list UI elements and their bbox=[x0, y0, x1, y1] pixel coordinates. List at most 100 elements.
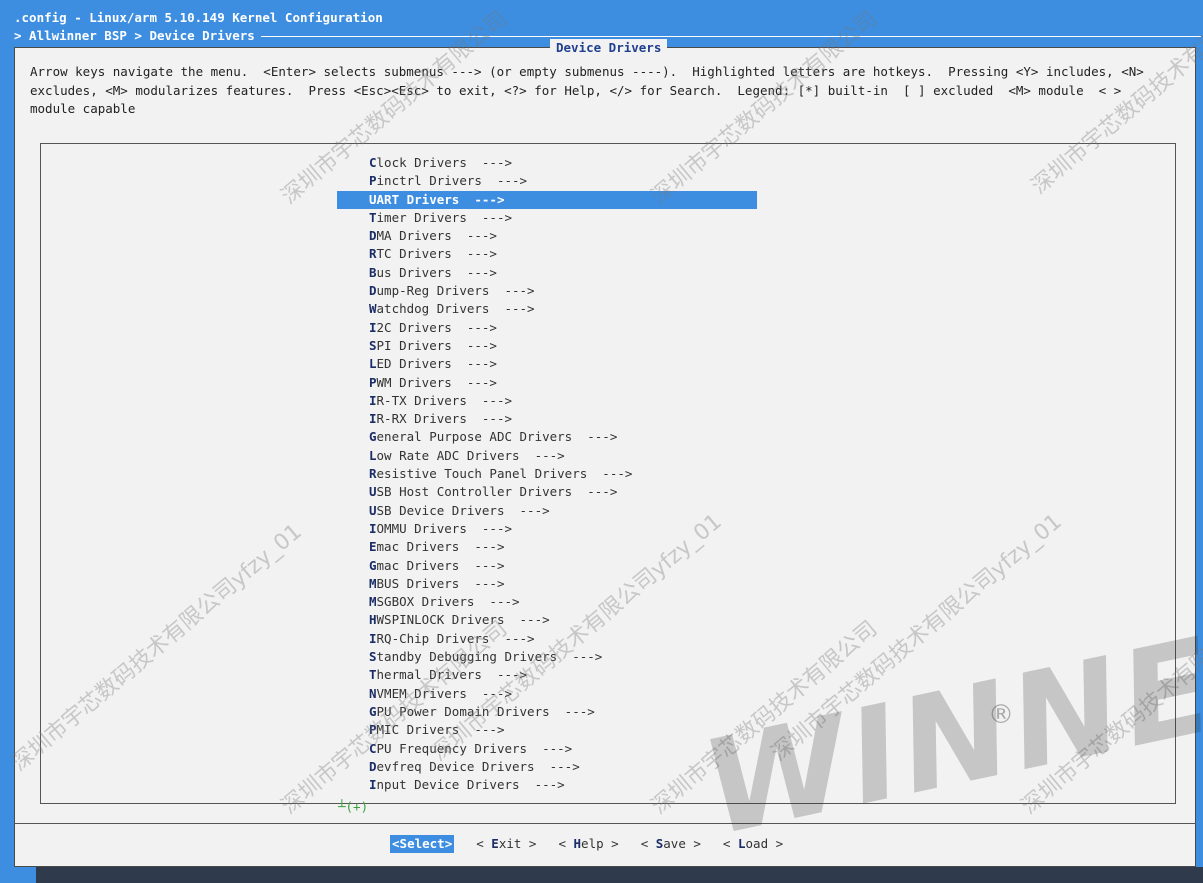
menu-item[interactable]: Low Rate ADC Drivers ---> bbox=[337, 447, 757, 465]
menu-item-hotkey: I bbox=[369, 319, 377, 335]
menu-item-hotkey: R bbox=[369, 246, 377, 262]
button-bracket: < bbox=[392, 836, 400, 851]
menu-item-hotkey: I bbox=[369, 411, 377, 427]
help-line: excludes, <M> modularizes features. Pres… bbox=[30, 82, 1122, 98]
button-bracket: < bbox=[476, 836, 492, 851]
menu-item[interactable]: UART Drivers ---> bbox=[337, 190, 757, 209]
menu-item-hotkey: P bbox=[369, 722, 377, 738]
button-label: ave > bbox=[663, 836, 701, 851]
menu-item-label: eneral Purpose ADC Drivers ---> bbox=[376, 429, 618, 445]
menu-item-hotkey: M bbox=[369, 594, 377, 610]
menu-item[interactable]: RTC Drivers ---> bbox=[337, 245, 757, 263]
more-items-indicator: ┴(+) bbox=[338, 799, 369, 814]
menu-item-label: imer Drivers ---> bbox=[376, 209, 512, 225]
menu-item[interactable]: Resistive Touch Panel Drivers ---> bbox=[337, 465, 757, 483]
button-label: oad > bbox=[745, 836, 784, 851]
button-label: elp > bbox=[581, 836, 619, 851]
button-bar: <Select> < Exit > < Help > < Save > < Load > bbox=[390, 835, 805, 853]
button-help[interactable]: < Help > bbox=[558, 835, 618, 853]
menu-item[interactable]: IR-TX Drivers ---> bbox=[337, 392, 757, 410]
menu-item[interactable]: SPI Drivers ---> bbox=[337, 337, 757, 355]
menu-item-label: BUS Drivers ---> bbox=[376, 575, 505, 591]
menu-item-hotkey: I bbox=[369, 630, 377, 646]
menu-item-label: atchdog Drivers ---> bbox=[376, 301, 535, 317]
menu-item-hotkey: C bbox=[369, 155, 377, 170]
menu-item-label: TC Drivers ---> bbox=[376, 246, 497, 262]
menu-item-hotkey: T bbox=[369, 209, 377, 225]
menu-item[interactable]: MBUS Drivers ---> bbox=[337, 575, 757, 593]
button-bracket: < bbox=[722, 836, 738, 851]
menu-item[interactable]: I2C Drivers ---> bbox=[337, 319, 757, 337]
menu-item-label: ED Drivers ---> bbox=[376, 356, 497, 372]
menu-item-label: VMEM Drivers ---> bbox=[376, 685, 512, 701]
menu-item-hotkey: I bbox=[369, 520, 377, 536]
menu-item-hotkey: C bbox=[369, 740, 377, 756]
menu-item-hotkey: E bbox=[369, 539, 377, 555]
menu-item[interactable]: GPU Power Domain Drivers ---> bbox=[337, 703, 757, 721]
menu-item[interactable]: General Purpose ADC Drivers ---> bbox=[337, 428, 757, 446]
menu-item[interactable]: Gmac Drivers ---> bbox=[337, 557, 757, 575]
menu-item-label: SGBOX Drivers ---> bbox=[376, 594, 520, 610]
button-label: elect> bbox=[407, 836, 453, 851]
menu-item[interactable]: Dump-Reg Drivers ---> bbox=[337, 282, 757, 300]
button-load[interactable]: < Load > bbox=[723, 835, 783, 853]
menu-item[interactable]: Watchdog Drivers ---> bbox=[337, 300, 757, 318]
menu-item[interactable]: NVMEM Drivers ---> bbox=[337, 685, 757, 703]
menu-item[interactable]: PWM Drivers ---> bbox=[337, 374, 757, 392]
menu-item[interactable]: Input Device Drivers ---> bbox=[337, 776, 757, 794]
menu-item-hotkey: P bbox=[369, 374, 377, 390]
menu-item[interactable]: Bus Drivers ---> bbox=[337, 264, 757, 282]
menu-item-label: inctrl Drivers ---> bbox=[376, 173, 528, 189]
menu-item-hotkey: I bbox=[369, 777, 377, 793]
menu-item-label: RQ-Chip Drivers ---> bbox=[376, 630, 535, 646]
button-separator bbox=[14, 823, 1196, 824]
button-save[interactable]: < Save > bbox=[641, 835, 701, 853]
menu-item-label: MIC Drivers ---> bbox=[376, 722, 505, 738]
menu-item[interactable]: Timer Drivers ---> bbox=[337, 209, 757, 227]
menu-item[interactable]: LED Drivers ---> bbox=[337, 355, 757, 373]
menu-item[interactable]: MSGBOX Drivers ---> bbox=[337, 593, 757, 611]
menu-item[interactable]: Clock Drivers ---> bbox=[337, 154, 757, 172]
menu-item[interactable]: DMA Drivers ---> bbox=[337, 227, 757, 245]
menu-item[interactable]: Thermal Drivers ---> bbox=[337, 666, 757, 684]
menu-item-label: R-TX Drivers ---> bbox=[376, 392, 512, 408]
menu-item-label: nput Device Drivers ---> bbox=[376, 777, 565, 793]
menu-item[interactable]: IOMMU Drivers ---> bbox=[337, 520, 757, 538]
menu-item-label: SB Host Controller Drivers ---> bbox=[376, 484, 618, 500]
menu-item-label: R-RX Drivers ---> bbox=[376, 411, 512, 427]
menu-item-label: PU Power Domain Drivers ---> bbox=[376, 703, 595, 719]
menu-item-hotkey: H bbox=[369, 612, 377, 628]
menu-item[interactable]: USB Device Drivers ---> bbox=[337, 502, 757, 520]
menu-item-hotkey: U bbox=[369, 191, 377, 207]
menu-item[interactable]: Pinctrl Drivers ---> bbox=[337, 172, 757, 190]
menu-item-label: PU Frequency Drivers ---> bbox=[376, 740, 573, 756]
menu-item-label: 2C Drivers ---> bbox=[376, 319, 497, 335]
menu-item-hotkey: U bbox=[369, 502, 377, 518]
menu-item[interactable]: Devfreq Device Drivers ---> bbox=[337, 758, 757, 776]
menu-item-label: esistive Touch Panel Drivers ---> bbox=[376, 466, 633, 482]
menu-item-hotkey: R bbox=[369, 466, 377, 482]
menu-item[interactable]: USB Host Controller Drivers ---> bbox=[337, 483, 757, 501]
menu-item[interactable]: HWSPINLOCK Drivers ---> bbox=[337, 611, 757, 629]
button-hotkey: S bbox=[399, 836, 408, 851]
button-select[interactable]: <Select> bbox=[390, 835, 455, 853]
menu-item-hotkey: M bbox=[369, 575, 377, 591]
menu-item[interactable]: IRQ-Chip Drivers ---> bbox=[337, 630, 757, 648]
menu-item[interactable]: Standby Debugging Drivers ---> bbox=[337, 648, 757, 666]
menu-item-label: OMMU Drivers ---> bbox=[376, 520, 512, 536]
button-hotkey: L bbox=[737, 836, 746, 851]
menu-item-hotkey: B bbox=[369, 264, 377, 280]
menu-item-label: lock Drivers ---> bbox=[376, 155, 512, 170]
menu-item-label: tandby Debugging Drivers ---> bbox=[376, 649, 603, 665]
menu-item-label: ump-Reg Drivers ---> bbox=[376, 283, 535, 299]
menu-item-hotkey: T bbox=[369, 667, 377, 683]
menu-item[interactable]: IR-RX Drivers ---> bbox=[337, 410, 757, 428]
menu-item-hotkey: G bbox=[369, 703, 377, 719]
button-exit[interactable]: < Exit > bbox=[476, 835, 536, 853]
menu-item-hotkey: G bbox=[369, 429, 377, 445]
menu-item[interactable]: PMIC Drivers ---> bbox=[337, 721, 757, 739]
menu-item-label: ART Drivers ---> bbox=[376, 191, 505, 207]
menu-item-label: hermal Drivers ---> bbox=[376, 667, 528, 683]
menu-item[interactable]: Emac Drivers ---> bbox=[337, 538, 757, 556]
menu-item[interactable]: CPU Frequency Drivers ---> bbox=[337, 740, 757, 758]
